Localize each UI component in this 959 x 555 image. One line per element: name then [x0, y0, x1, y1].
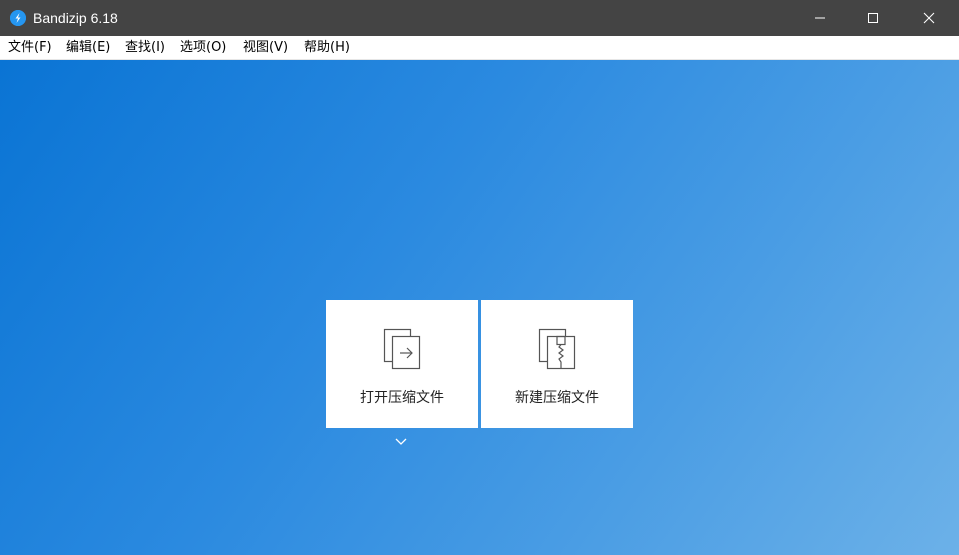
maximize-button[interactable] [850, 0, 896, 36]
maximize-icon [868, 13, 878, 23]
open-archive-button[interactable]: 打开压缩文件 [326, 300, 478, 428]
chevron-down-icon[interactable] [394, 436, 408, 446]
minimize-button[interactable] [797, 0, 843, 36]
menu-find[interactable]: 查找(I) [125, 40, 165, 56]
menu-view[interactable]: 视图(V) [243, 40, 288, 56]
new-archive-button[interactable]: 新建压缩文件 [481, 300, 633, 428]
bandizip-logo-icon [10, 10, 26, 26]
menu-help[interactable]: 帮助(H) [304, 40, 350, 56]
new-archive-icon [538, 328, 576, 370]
bandizip-window: Bandizip 6.18 文件(F) 编辑(E) 查找(I) 选项(O) 视图… [0, 0, 959, 555]
close-icon [923, 12, 935, 24]
menu-bar: 文件(F) 编辑(E) 查找(I) 选项(O) 视图(V) 帮助(H) [0, 36, 959, 60]
window-title: Bandizip 6.18 [33, 10, 118, 26]
minimize-icon [815, 17, 825, 19]
main-area: 打开压缩文件 新建压缩文件 [0, 60, 959, 555]
close-button[interactable] [906, 0, 952, 36]
menu-edit[interactable]: 编辑(E) [66, 40, 110, 56]
open-archive-label: 打开压缩文件 [360, 390, 444, 406]
menu-options[interactable]: 选项(O) [180, 40, 226, 56]
open-archive-icon [383, 328, 421, 370]
new-archive-label: 新建压缩文件 [515, 390, 599, 406]
title-bar[interactable]: Bandizip 6.18 [0, 0, 959, 36]
menu-file[interactable]: 文件(F) [8, 40, 52, 56]
